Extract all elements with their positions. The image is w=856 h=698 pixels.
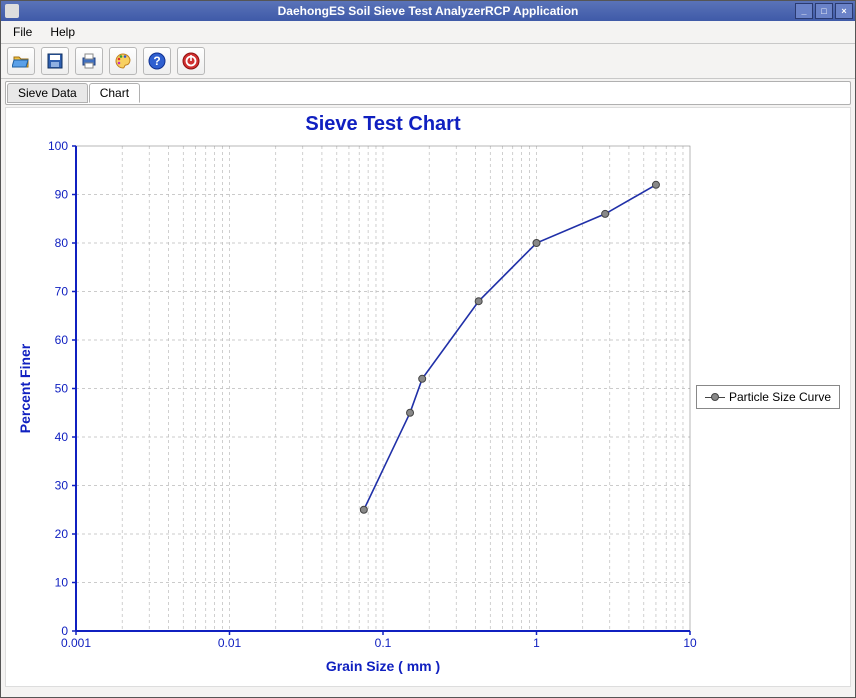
- svg-text:90: 90: [55, 188, 69, 202]
- svg-text:60: 60: [55, 333, 69, 347]
- svg-text:Grain Size ( mm ): Grain Size ( mm ): [326, 658, 440, 674]
- print-button[interactable]: [75, 47, 103, 75]
- svg-text:0.01: 0.01: [218, 636, 242, 650]
- window-title: DaehongES Soil Sieve Test AnalyzerRCP Ap…: [1, 4, 855, 18]
- close-button[interactable]: ×: [835, 3, 853, 19]
- svg-text:80: 80: [55, 236, 69, 250]
- legend: Particle Size Curve: [696, 385, 840, 409]
- svg-text:10: 10: [683, 636, 697, 650]
- printer-icon: [80, 52, 98, 70]
- floppy-disk-icon: [46, 52, 64, 70]
- svg-text:100: 100: [48, 139, 68, 153]
- svg-text:1: 1: [533, 636, 540, 650]
- app-icon: [5, 4, 19, 18]
- help-icon: ?: [148, 52, 166, 70]
- tab-row: Sieve Data Chart: [5, 81, 851, 105]
- menubar: File Help: [1, 21, 855, 44]
- svg-text:0.001: 0.001: [61, 636, 91, 650]
- legend-marker: [705, 393, 725, 401]
- window-controls: _ □ ×: [795, 3, 855, 19]
- app-window: DaehongES Soil Sieve Test AnalyzerRCP Ap…: [0, 0, 856, 698]
- menu-help[interactable]: Help: [42, 23, 83, 41]
- svg-text:70: 70: [55, 285, 69, 299]
- titlebar: DaehongES Soil Sieve Test AnalyzerRCP Ap…: [1, 1, 855, 21]
- help-button[interactable]: ?: [143, 47, 171, 75]
- open-button[interactable]: [7, 47, 35, 75]
- svg-text:Sieve Test Chart: Sieve Test Chart: [305, 113, 461, 135]
- palette-icon: [114, 52, 132, 70]
- svg-text:40: 40: [55, 430, 69, 444]
- svg-text:Percent Finer: Percent Finer: [17, 343, 33, 433]
- tab-sieve-data[interactable]: Sieve Data: [7, 83, 88, 103]
- save-button[interactable]: [41, 47, 69, 75]
- chart-pane: 0.0010.010.11100102030405060708090100Sie…: [5, 107, 851, 687]
- svg-text:20: 20: [55, 527, 69, 541]
- folder-open-icon: [12, 52, 30, 70]
- legend-label: Particle Size Curve: [729, 390, 831, 404]
- svg-text:0: 0: [61, 624, 68, 638]
- maximize-button[interactable]: □: [815, 3, 833, 19]
- power-icon: [182, 52, 200, 70]
- power-button[interactable]: [177, 47, 205, 75]
- svg-text:0.1: 0.1: [375, 636, 392, 650]
- minimize-button[interactable]: _: [795, 3, 813, 19]
- menu-file[interactable]: File: [5, 23, 40, 41]
- svg-text:30: 30: [55, 479, 69, 493]
- content-area: Sieve Data Chart 0.0010.010.111001020304…: [1, 79, 855, 697]
- toolbar: ?: [1, 44, 855, 79]
- palette-button[interactable]: [109, 47, 137, 75]
- svg-text:50: 50: [55, 382, 69, 396]
- svg-text:?: ?: [153, 54, 160, 68]
- tab-chart[interactable]: Chart: [89, 83, 140, 103]
- svg-text:10: 10: [55, 576, 69, 590]
